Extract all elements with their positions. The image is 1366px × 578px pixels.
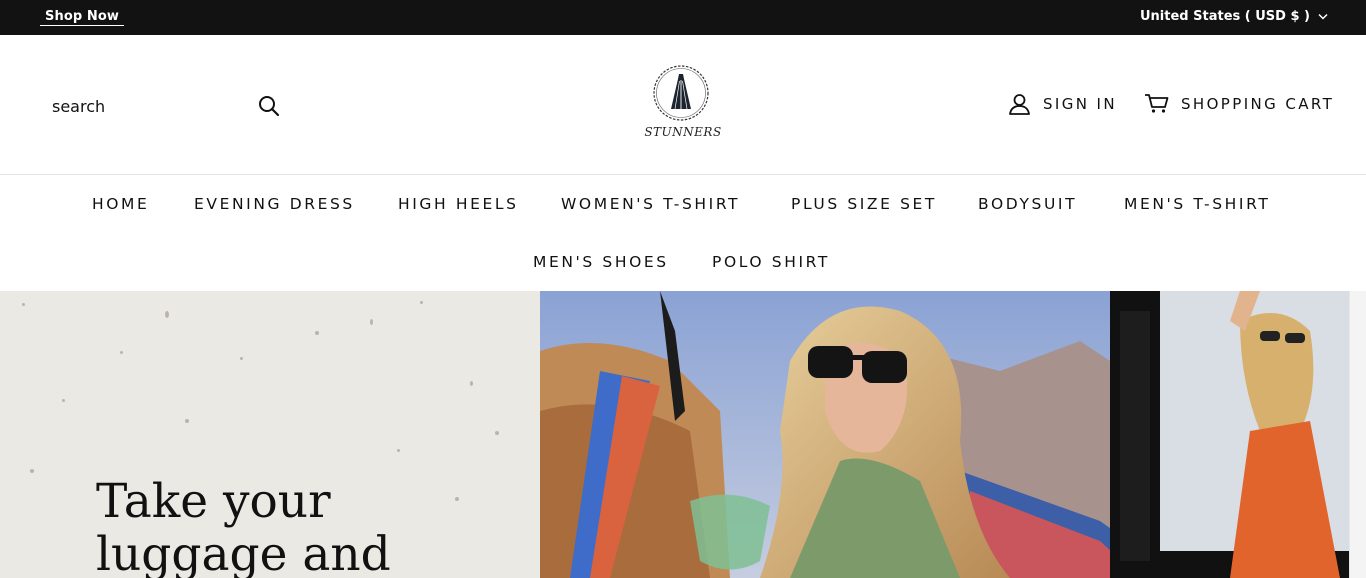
hero-photo-illustration <box>540 291 1349 578</box>
sign-in-link[interactable]: SIGN IN <box>1008 93 1117 115</box>
nav-item-mens-tshirt[interactable]: MEN'S T-SHIRT <box>1124 194 1270 214</box>
user-icon <box>1009 94 1030 115</box>
nav-item-bodysuit[interactable]: BODYSUIT <box>978 194 1077 214</box>
search-button[interactable] <box>256 93 282 119</box>
hero-title-line2: luggage and <box>96 527 391 578</box>
nav-item-plus-size-set[interactable]: PLUS SIZE SET <box>791 194 937 214</box>
shop-now-link[interactable]: Shop Now <box>40 9 125 26</box>
search-bar <box>52 93 282 119</box>
hero-text-panel: Take your luggage and <box>0 291 540 578</box>
nav-item-polo-shirt[interactable]: POLO SHIRT <box>712 252 830 272</box>
search-input[interactable] <box>52 96 232 116</box>
site-logo[interactable]: STUNNERS <box>643 63 723 141</box>
chevron-down-icon <box>1318 13 1328 20</box>
currency-label: United States ( USD $ ) <box>1140 9 1310 24</box>
currency-selector[interactable]: United States ( USD $ ) <box>1140 9 1328 24</box>
shopping-cart-label: SHOPPING CART <box>1181 94 1335 113</box>
hero-image <box>540 291 1349 578</box>
shopping-cart-link[interactable]: SHOPPING CART <box>1144 93 1334 114</box>
page-scrollbar[interactable] <box>1349 291 1366 578</box>
nav-item-womens-tshirt[interactable]: WOMEN'S T-SHIRT <box>561 194 740 214</box>
nav-item-evening-dress[interactable]: EVENING DRESS <box>194 194 355 214</box>
hero-title-line1: Take your <box>96 474 331 529</box>
logo-text: STUNNERS <box>644 125 722 139</box>
search-icon <box>259 96 280 117</box>
site-header: STUNNERS SIGN IN SHOPPING CART <box>0 35 1366 175</box>
main-navigation: HOME EVENING DRESS HIGH HEELS WOMEN'S T-… <box>0 175 1366 291</box>
nav-item-home[interactable]: HOME <box>92 194 149 214</box>
sign-in-label: SIGN IN <box>1043 95 1118 113</box>
nav-item-mens-shoes[interactable]: MEN'S SHOES <box>533 252 669 272</box>
hero-banner: Take your luggage and <box>0 291 1366 578</box>
announcement-bar: Shop Now United States ( USD $ ) <box>0 0 1366 35</box>
dress-logo-icon <box>653 65 709 121</box>
nav-item-high-heels[interactable]: HIGH HEELS <box>398 194 519 214</box>
hero-title: Take your luggage and <box>96 475 516 578</box>
cart-icon <box>1145 94 1169 113</box>
